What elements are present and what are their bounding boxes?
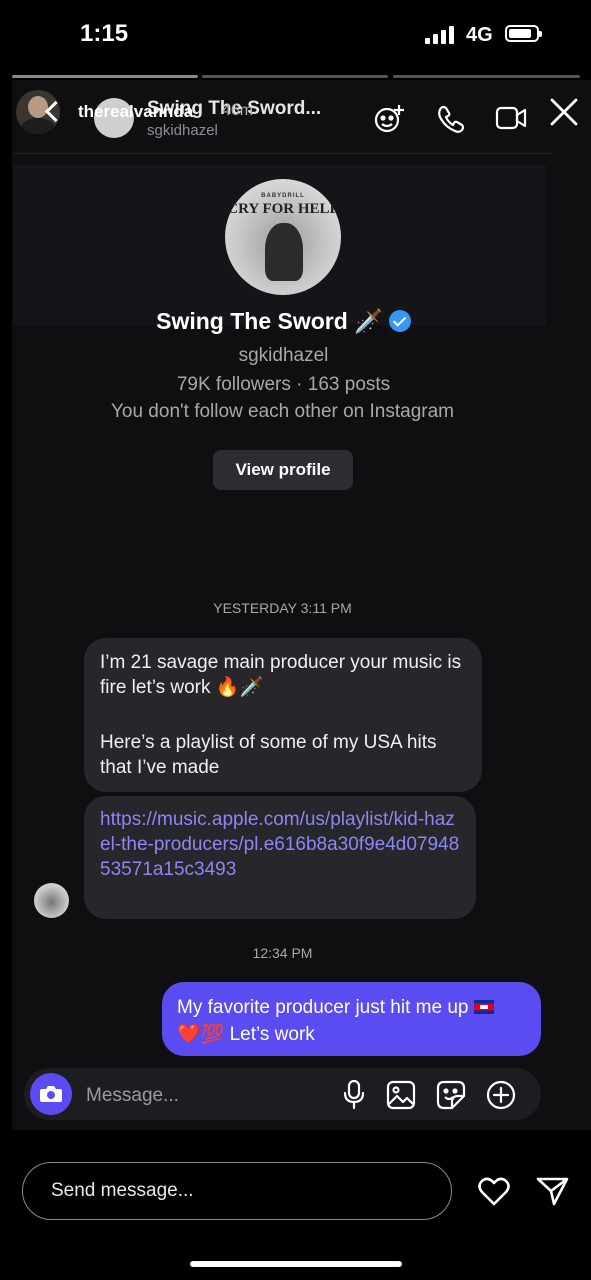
message-text: Here’s a playlist of some of my USA hits…: [100, 732, 437, 778]
signal-icon: [425, 26, 454, 44]
close-icon[interactable]: [549, 97, 579, 127]
message-text: My favorite producer just hit me up: [177, 997, 469, 1018]
incoming-message[interactable]: I’m 21 savage main producer your music i…: [84, 638, 482, 792]
sender-avatar[interactable]: [34, 883, 69, 918]
profile-name: Swing The Sword 🗡️: [156, 308, 383, 334]
video-call-icon[interactable]: [495, 104, 527, 132]
message-input[interactable]: [84, 1081, 328, 1111]
outgoing-message[interactable]: My favorite producer just hit me up ❤️💯 …: [162, 982, 541, 1056]
story-progress-2: [202, 75, 388, 78]
incoming-link-message[interactable]: https://music.apple.com/us/playlist/kid-…: [84, 796, 476, 919]
battery-icon: [505, 25, 542, 42]
send-icon[interactable]: [536, 1175, 570, 1207]
home-indicator: [190, 1261, 402, 1267]
message-text: ❤️💯 Let’s work: [177, 1024, 315, 1045]
audio-call-icon[interactable]: [437, 104, 467, 134]
cambodia-flag-icon: [473, 1000, 494, 1014]
timestamp-divider: 12:34 PM: [252, 945, 313, 961]
send-message-input[interactable]: [22, 1162, 452, 1220]
playlist-link[interactable]: https://music.apple.com/us/playlist/kid-…: [100, 809, 459, 880]
profile-username: sgkidhazel: [238, 345, 329, 366]
network-label: 4G: [466, 24, 493, 46]
verified-badge-icon: [388, 310, 411, 332]
story-age: 46m: [222, 102, 254, 119]
camera-button[interactable]: [30, 1073, 72, 1115]
timestamp-divider: YESTERDAY 3:11 PM: [213, 600, 352, 616]
sticker-icon[interactable]: [436, 1080, 466, 1110]
story-poster-username[interactable]: therealvannda: [78, 102, 193, 122]
message-text: I’m 21 savage main producer your music i…: [100, 652, 462, 698]
add-icon[interactable]: [486, 1080, 516, 1110]
album-cover-small-text: BABYDRILL: [261, 193, 305, 199]
album-cover-figure: [265, 223, 303, 281]
gallery-icon[interactable]: [386, 1080, 416, 1110]
album-cover-title: CRY FOR HELP: [227, 201, 339, 217]
profile-stats: 79K followers · 163 posts: [176, 374, 391, 395]
story-progress-3: [393, 75, 580, 78]
status-time: 1:15: [80, 20, 129, 47]
heart-icon[interactable]: [477, 1175, 511, 1207]
add-people-icon[interactable]: [373, 102, 407, 134]
follow-status: You don't follow each other on Instagram: [110, 401, 455, 422]
view-profile-button[interactable]: View profile: [213, 450, 353, 490]
story-progress-1: [12, 75, 198, 78]
microphone-icon[interactable]: [342, 1079, 366, 1111]
chat-username: sgkidhazel: [147, 122, 218, 139]
camera-icon: [40, 1086, 62, 1102]
profile-name-row: Swing The Sword 🗡️: [0, 308, 567, 335]
header-divider: [14, 153, 551, 154]
profile-picture[interactable]: BABYDRILL CRY FOR HELP: [225, 179, 341, 295]
